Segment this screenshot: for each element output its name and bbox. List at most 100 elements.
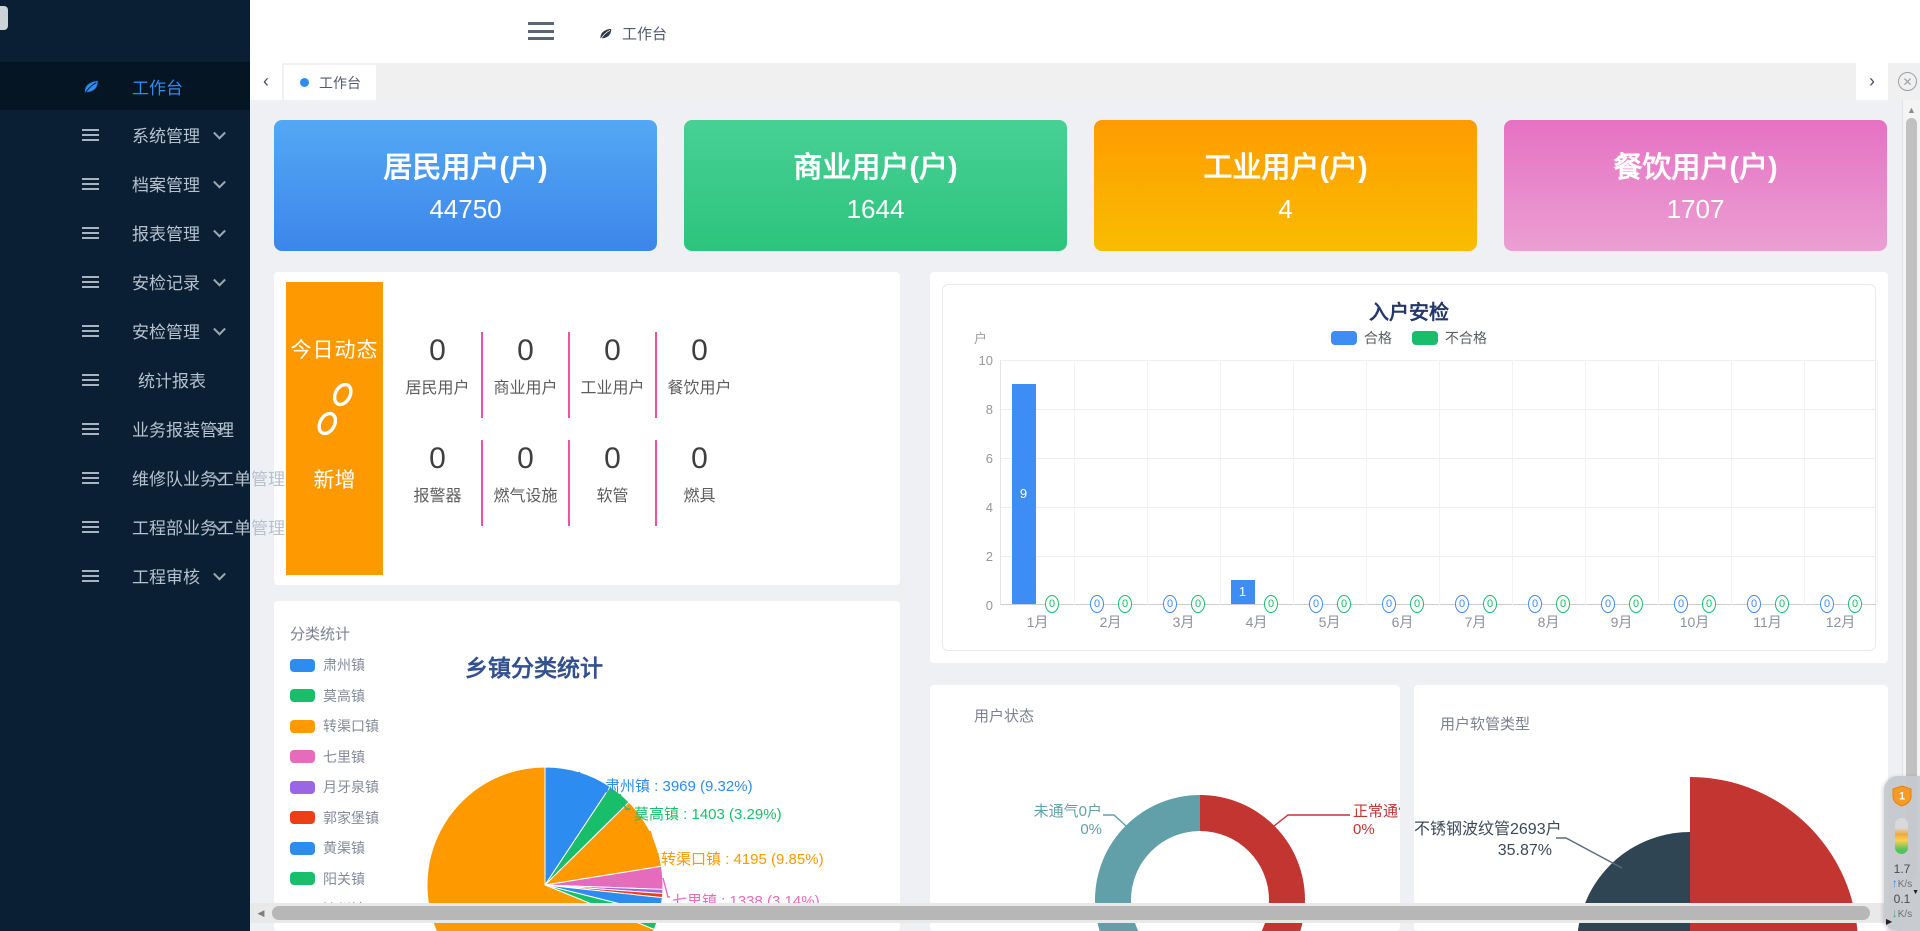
- zero-value-label: 0: [1382, 595, 1396, 613]
- gridline: [1731, 360, 1732, 605]
- sidebar-item-label: 统计报表: [138, 367, 206, 392]
- sidebar: 工作台 系统管理 档案管理 报表管理: [0, 0, 250, 931]
- stat-cell: 0 报警器: [394, 440, 481, 526]
- scroll-up-icon[interactable]: ▲: [1903, 102, 1920, 118]
- stat-cell: 0 燃气设施: [481, 440, 568, 526]
- y-tick-label: 6: [955, 451, 993, 466]
- today-stats-row1: 0 居民用户 0 商业用户 0 工业用户 0 餐饮用户: [394, 332, 794, 418]
- sidebar-item[interactable]: 工作台: [0, 62, 250, 110]
- stat-card-value: 4: [1094, 194, 1477, 225]
- zero-value-label: 0: [1747, 595, 1761, 613]
- sidebar-item[interactable]: 档案管理: [0, 159, 250, 208]
- town-pie-chart: [274, 601, 900, 931]
- sidebar-item[interactable]: 安检管理: [0, 306, 250, 355]
- stat-value: 0: [657, 334, 742, 368]
- zero-value-label: 0: [1556, 595, 1570, 613]
- sidebar-item[interactable]: 业务报装管理: [0, 404, 250, 453]
- horizontal-scrollbar[interactable]: ◀: [250, 903, 1902, 923]
- stat-card: 餐饮用户(户) 1707: [1504, 120, 1887, 251]
- rose-label: 不锈钢波纹管2693户 35.87%: [1414, 819, 1552, 861]
- vertical-scroll-thumb[interactable]: [1906, 118, 1917, 880]
- zero-value-label: 0: [1264, 595, 1278, 613]
- sidebar-item-label: 系统管理: [132, 122, 200, 147]
- chart-title: 入户安检: [930, 296, 1888, 325]
- sidebar-item-label: 报表管理: [132, 220, 200, 245]
- stat-label: 报警器: [394, 482, 481, 506]
- zero-value-label: 0: [1118, 595, 1132, 613]
- town-pie-panel: 分类统计 乡镇分类统计 肃州镇 莫高镇 转渠口镇 七里镇 月牙泉镇: [274, 601, 900, 931]
- chart-legend: 合格 不合格: [930, 328, 1888, 348]
- stat-card-title: 商业用户(户): [684, 144, 1067, 186]
- stat-label: 燃气设施: [483, 482, 568, 506]
- stat-card-title: 工业用户(户): [1094, 144, 1477, 186]
- sidebar-item[interactable]: 系统管理: [0, 110, 250, 159]
- y-tick-label: 2: [955, 549, 993, 564]
- legend-label: 合格: [1364, 328, 1392, 348]
- tabs-close-icon[interactable]: ✕: [1898, 72, 1917, 91]
- legend-swatch: [1331, 331, 1357, 345]
- tabbar: ‹ 工作台 › ✕: [250, 63, 1920, 100]
- stat-card-title: 居民用户(户): [274, 144, 657, 186]
- legend-item[interactable]: 不合格: [1412, 328, 1487, 348]
- menu-icon: [82, 421, 102, 437]
- sidebar-item[interactable]: 报表管理: [0, 208, 250, 257]
- y-axis-unit: 户: [974, 328, 987, 347]
- breadcrumb[interactable]: 工作台: [598, 23, 667, 44]
- zero-value-label: 0: [1191, 595, 1205, 613]
- zero-value-label: 0: [1674, 595, 1688, 613]
- zero-value-label: 0: [1528, 595, 1542, 613]
- chevron-down-icon: [213, 273, 226, 286]
- x-tick-label: 3月: [1147, 612, 1220, 632]
- x-tick-label: 1月: [1001, 612, 1074, 632]
- stat-card: 商业用户(户) 1644: [684, 120, 1067, 251]
- legend-label: 不合格: [1445, 328, 1487, 348]
- horizontal-scroll-thumb[interactable]: [272, 906, 1870, 920]
- sidebar-item-label: 工作台: [132, 74, 183, 99]
- corner-notch: [0, 6, 8, 30]
- tab-active-dot: [300, 78, 309, 87]
- stat-value: 0: [394, 334, 481, 368]
- chevron-down-icon: [213, 322, 226, 335]
- menu-icon: [82, 274, 102, 290]
- zero-value-label: 0: [1702, 595, 1716, 613]
- sidebar-item[interactable]: 统计报表: [0, 355, 250, 404]
- gridline: [1804, 360, 1805, 605]
- zero-value-label: 0: [1410, 595, 1424, 613]
- y-tick-label: 4: [955, 500, 993, 515]
- menu-icon: [82, 372, 102, 388]
- stat-label: 居民用户: [394, 374, 481, 398]
- gauge-pill-icon: [1895, 818, 1908, 854]
- tabs-scroll-left-icon[interactable]: ‹: [250, 63, 282, 100]
- menu-icon: [82, 323, 102, 339]
- legend-item[interactable]: 合格: [1331, 328, 1392, 348]
- chevron-down-icon: [213, 567, 226, 580]
- stat-cell: 0 商业用户: [481, 332, 568, 418]
- stat-card: 居民用户(户) 44750: [274, 120, 657, 251]
- upload-speed: 1.7: [1884, 862, 1920, 876]
- x-tick-label: 11月: [1731, 612, 1804, 632]
- sidebar-item[interactable]: 安检记录: [0, 257, 250, 306]
- workbench-page: 工作台 系统管理 档案管理 报表管理: [0, 0, 1920, 931]
- stat-value: 0: [570, 334, 655, 368]
- topbar: 工作台 退出用户: [250, 0, 1920, 63]
- hose-type-chart: [1414, 685, 1888, 931]
- sidebar-item[interactable]: 工程部业务工单管理: [0, 502, 250, 551]
- stat-value: 0: [570, 442, 655, 476]
- label-leader-line: [663, 878, 670, 897]
- leaf-icon: [82, 78, 102, 94]
- stat-label: 工业用户: [570, 374, 655, 398]
- hamburger-menu-icon[interactable]: [528, 22, 554, 40]
- donut-label-right: 正常通气( 0%: [1353, 803, 1400, 839]
- stat-label: 餐饮用户: [657, 374, 742, 398]
- zero-value-label: 0: [1337, 595, 1351, 613]
- today-badge: 新增: [286, 464, 383, 494]
- tab-workbench[interactable]: 工作台: [284, 65, 376, 100]
- zero-value-label: 0: [1629, 595, 1643, 613]
- gridline: [1439, 360, 1440, 605]
- gridline: [1877, 360, 1878, 605]
- scroll-left-icon[interactable]: ◀: [252, 903, 270, 923]
- speed-monitor-widget[interactable]: 1 1.7 ↑K/s 0.1 ↓K/s ▼ ▶: [1884, 776, 1920, 931]
- tabs-scroll-right-icon[interactable]: ›: [1856, 63, 1888, 100]
- sidebar-item[interactable]: 工程审核: [0, 551, 250, 600]
- sidebar-item[interactable]: 维修队业务工单管理: [0, 453, 250, 502]
